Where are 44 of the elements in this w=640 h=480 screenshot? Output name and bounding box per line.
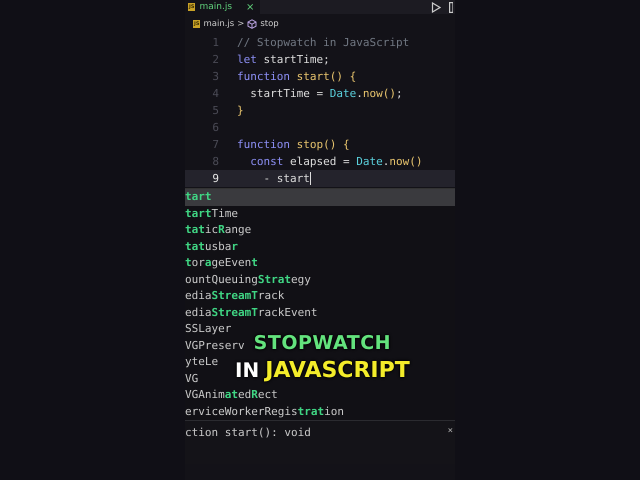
line-number: 5 <box>211 104 220 117</box>
line-number: 7 <box>211 138 220 151</box>
line-number: 2 <box>211 53 220 66</box>
code-line: let startTime; <box>237 53 330 66</box>
caption-title: STOPWATCH <box>254 331 392 356</box>
code-line: function start() { <box>237 70 356 83</box>
close-icon[interactable]: × <box>448 426 455 436</box>
suggestion-item[interactable]: torageEvent <box>185 255 258 272</box>
code-line: startTime = Date.now(); <box>249 87 403 100</box>
suggestion-item[interactable]: VGPreserv <box>185 338 245 354</box>
breadcrumb-file[interactable]: main.js <box>203 19 234 29</box>
suggestion-item[interactable]: yteLe <box>185 354 218 370</box>
suggestion-item[interactable]: SSLayer <box>185 321 232 338</box>
line-number: 9 <box>211 172 220 185</box>
split-editor-icon[interactable] <box>449 2 453 12</box>
suggestion-item[interactable]: ountQueuingStrategy <box>185 272 311 288</box>
tab-label: main.js <box>199 2 232 12</box>
code-line: } <box>237 104 244 117</box>
suggestion-item[interactable]: ediaStreamTrackEvent <box>185 304 318 321</box>
suggestion-item[interactable]: ediaStreamTrack <box>185 288 284 304</box>
play-icon[interactable] <box>431 2 441 12</box>
code-line: function stop() { <box>237 138 350 151</box>
line-number: 8 <box>211 155 220 168</box>
suggestion-item[interactable]: VG <box>185 370 198 387</box>
cube-icon <box>247 19 258 29</box>
suggestion-item[interactable]: tartTime <box>185 206 238 222</box>
caption-word: IN <box>235 357 260 384</box>
close-icon[interactable]: × <box>246 2 254 12</box>
function-signature: ction start(): void <box>185 426 311 439</box>
code-line: // Stopwatch in JavaScript <box>237 36 410 49</box>
code-line: const elapsed = Date.now() <box>249 155 422 168</box>
code-line: - start <box>262 172 311 185</box>
line-number: 4 <box>211 87 220 100</box>
breadcrumb-separator: > <box>237 19 244 29</box>
caption-title: JAVASCRIPT <box>265 357 410 385</box>
suggestion-item[interactable]: tatusba r <box>185 238 238 255</box>
breadcrumb-symbol[interactable]: stop <box>260 19 279 29</box>
line-number: 3 <box>211 70 220 83</box>
suggestion-item[interactable]: erviceWorkerRegistration <box>185 404 344 420</box>
suggestion-item[interactable]: taticRange <box>185 222 252 238</box>
suggestion-item[interactable]: tart <box>185 189 455 206</box>
line-number: 1 <box>211 36 220 49</box>
suggestion-item[interactable]: VGAnimatedRect <box>185 387 278 404</box>
line-number: 6 <box>211 121 220 134</box>
